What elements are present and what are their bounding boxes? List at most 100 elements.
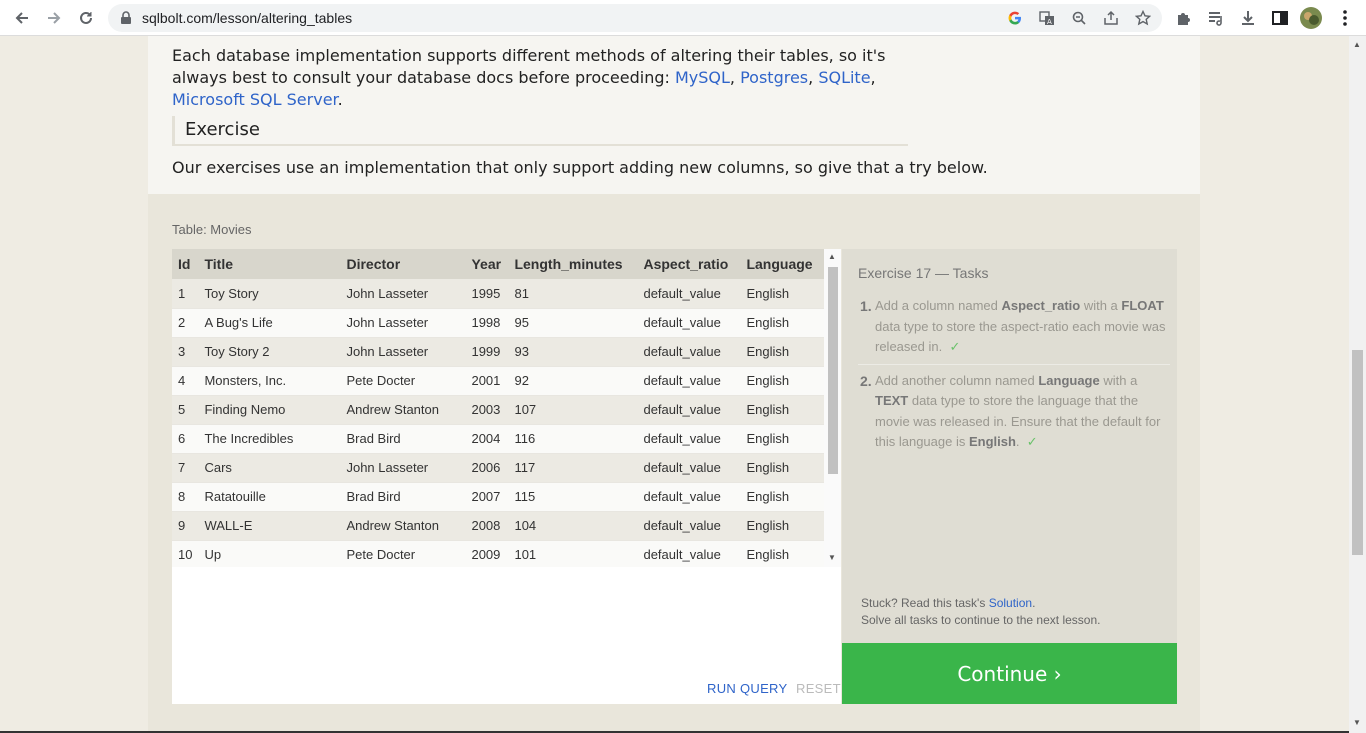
table-cell: 104 — [508, 511, 638, 541]
table-row: 5 Finding Nemo Andrew Stanton 2003 107 defaul… — [172, 395, 824, 425]
table-cell: 4 — [172, 366, 199, 396]
reading-list-icon[interactable] — [1205, 7, 1227, 29]
lock-icon — [120, 11, 132, 30]
table-cell: Toy Story 2 — [198, 337, 341, 367]
page-scroll-thumb[interactable] — [1352, 350, 1363, 555]
side-panel-icon[interactable] — [1269, 7, 1291, 29]
stuck-text-end: . — [1032, 596, 1036, 610]
table-header-row: Id Title Director Year Length_minutes As… — [172, 249, 824, 279]
address-bar[interactable]: sqlbolt.com/lesson/altering_tables A — [108, 4, 1162, 32]
table-cell: 81 — [508, 279, 638, 309]
table-cell: default_value — [637, 424, 741, 454]
table-cell: Up — [198, 540, 341, 567]
table-cell: Pete Docter — [340, 540, 466, 567]
table-cell: 101 — [508, 540, 638, 567]
task-text: Add another column named — [875, 372, 1039, 388]
forward-icon[interactable] — [42, 6, 66, 30]
table-cell: Brad Bird — [340, 482, 466, 512]
table-cell: English — [740, 279, 824, 309]
bookmark-star-icon[interactable] — [1134, 9, 1152, 27]
reload-icon[interactable] — [74, 6, 98, 30]
table-cell: Brad Bird — [340, 424, 466, 454]
table-cell: 2008 — [465, 511, 509, 541]
table-cell: default_value — [637, 308, 741, 338]
table-cell: English — [740, 337, 824, 367]
table-cell: A Bug's Life — [198, 308, 341, 338]
table-cell: The Incredibles — [198, 424, 341, 454]
table-cell: Pete Docter — [340, 366, 466, 396]
download-icon[interactable] — [1237, 7, 1259, 29]
task-text: Add a column named — [875, 298, 1002, 313]
table-cell: 2 — [172, 308, 199, 338]
table-row: 8 Ratatouille Brad Bird 2007 115 default_valu… — [172, 482, 824, 512]
postgres-link[interactable]: Postgres — [740, 68, 808, 87]
table-cell: English — [740, 395, 824, 425]
task-keyword: English — [968, 434, 1016, 449]
table-cell: 9 — [172, 511, 199, 541]
avatar[interactable] — [1300, 7, 1322, 29]
intro-paragraph: Each database implementation supports di… — [172, 46, 886, 109]
scroll-down-icon[interactable]: ▼ — [828, 553, 836, 562]
task-text: data type to store the aspect-ratio each… — [875, 318, 1166, 355]
table-cell: John Lasseter — [340, 453, 466, 483]
task-keyword: Language — [1038, 372, 1100, 388]
check-icon: ✓ — [949, 339, 961, 354]
table-row: 4 Monsters, Inc. Pete Docter 2001 92 default_… — [172, 366, 824, 396]
stuck-text: Stuck? Read this task's — [861, 596, 989, 610]
table-cell: English — [740, 540, 824, 567]
exercise-heading: Exercise — [172, 116, 908, 146]
table-cell: 95 — [508, 308, 638, 338]
table-cell: 5 — [172, 395, 199, 425]
task-text: . — [1015, 434, 1020, 449]
task-item: 2. Add another column named Language with… — [858, 371, 1170, 453]
stuck-hint: Stuck? Read this task's Solution. Solve … — [861, 595, 1100, 629]
table-row: 2A Bug's Life John Lasseter 1998 95 default_… — [172, 308, 824, 338]
table-cell: 92 — [508, 366, 638, 396]
continue-button[interactable]: Continue › — [842, 643, 1177, 704]
column-header: Id — [172, 249, 199, 279]
extensions-icon[interactable] — [1173, 7, 1195, 29]
solution-link[interactable]: Solution — [989, 596, 1032, 610]
scroll-thumb[interactable] — [828, 267, 838, 474]
table-cell: English — [740, 308, 824, 338]
scroll-up-icon[interactable]: ▲ — [828, 252, 836, 261]
task-text: with a — [1099, 372, 1138, 388]
reset-button[interactable]: RESET — [796, 681, 841, 696]
page-scroll-down-icon[interactable]: ▼ — [1353, 718, 1361, 727]
menu-icon[interactable] — [1334, 7, 1356, 29]
page-scrollbar[interactable]: ▲ ▼ — [1349, 36, 1366, 733]
table-cell: 6 — [172, 424, 199, 454]
table-cell: 2003 — [465, 395, 509, 425]
table-scrollbar[interactable]: ▲ ▼ — [824, 249, 841, 567]
mssql-link[interactable]: Microsoft SQL Server — [172, 90, 338, 109]
table-row: 6 The Incredibles Brad Bird 2004 116 default_… — [172, 424, 824, 454]
google-icon[interactable] — [1006, 9, 1024, 27]
column-header: Language — [740, 249, 824, 279]
table-cell: default_value — [637, 453, 741, 483]
back-icon[interactable] — [10, 6, 34, 30]
table-cell: 10 — [172, 540, 199, 567]
task-title: Exercise 17 — Tasks — [858, 265, 989, 281]
exercise-intro: Our exercises use an implementation that… — [172, 158, 988, 177]
table-cell: 3 — [172, 337, 199, 367]
table-cell: English — [740, 511, 824, 541]
table-cell: default_value — [637, 395, 741, 425]
sqlite-link[interactable]: SQLite — [818, 68, 870, 87]
table-cell: 116 — [508, 424, 638, 454]
results-table: Id Title Director Year Length_minutes As… — [172, 249, 824, 567]
table-row: 10 Up Pete Docter 2009 101 default_value Engli… — [172, 540, 824, 567]
run-query-button[interactable]: RUN QUERY — [707, 681, 787, 696]
translate-icon[interactable]: A — [1038, 9, 1056, 27]
task-number: 1. — [860, 298, 872, 314]
page-scroll-up-icon[interactable]: ▲ — [1353, 40, 1361, 49]
task-keyword: Aspect_ratio — [1001, 298, 1081, 313]
share-icon[interactable] — [1102, 9, 1120, 27]
table-cell: 8 — [172, 482, 199, 512]
table-cell: English — [740, 366, 824, 396]
check-icon: ✓ — [1026, 434, 1038, 449]
table-label: Table: Movies — [172, 222, 252, 237]
zoom-icon[interactable] — [1070, 9, 1088, 27]
table-cell: 1 — [172, 279, 199, 309]
mysql-link[interactable]: MySQL — [675, 68, 730, 87]
browser-toolbar: sqlbolt.com/lesson/altering_tables A — [0, 0, 1366, 36]
